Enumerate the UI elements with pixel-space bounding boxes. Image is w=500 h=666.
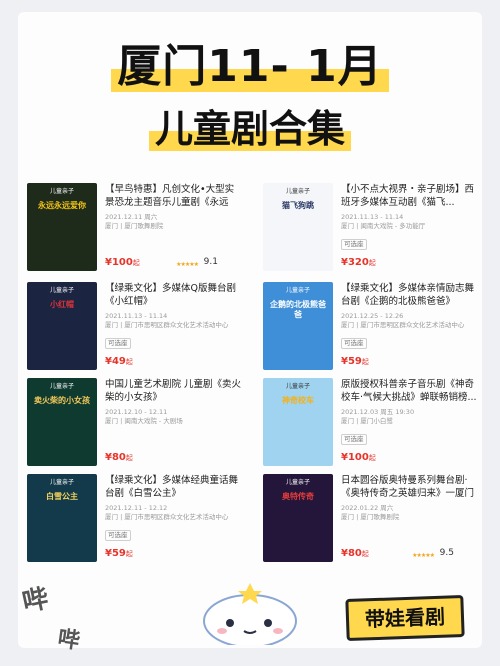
show-poster[interactable]: 儿童亲子 神奇校车	[263, 378, 333, 466]
show-poster[interactable]: 儿童亲子 猫飞狗跳	[263, 183, 333, 271]
poster-tag: 儿童亲子	[49, 287, 74, 294]
show-venue: 厦门 | 闽南大戏院 - 大剧场	[105, 417, 183, 425]
list-item[interactable]: 儿童亲子 永远永远爱你 【早鸟特惠】凡创文化•大型实景恐龙主题音乐儿童剧《永远永…	[27, 183, 242, 273]
show-date: 2021.11.13 - 11.14	[105, 312, 168, 320]
poster-tag: 儿童亲子	[285, 383, 310, 390]
poster-tag: 儿童亲子	[285, 479, 310, 486]
price-unit: 起	[368, 259, 376, 267]
show-venue: 厦门 | 厦门市思明区群众文化艺术活动中心	[105, 321, 229, 329]
show-poster[interactable]: 儿童亲子 小红帽	[27, 282, 97, 370]
price-value: ¥59	[105, 548, 126, 559]
list-item[interactable]: 儿童亲子 白雪公主 【绿乘文化】多媒体经典童话舞台剧《白雪公主》 2021.12…	[27, 474, 242, 564]
doodle-text-2: 哔	[56, 626, 82, 655]
show-title[interactable]: 中国儿童艺术剧院 儿童剧《卖火柴的小女孩》	[105, 378, 242, 404]
seat-select-badge: 可选座	[341, 434, 367, 445]
poster-title: 卖火柴的小女孩	[34, 396, 90, 405]
price: ¥320起	[341, 257, 376, 268]
show-date: 2022.01.22 周六	[341, 504, 394, 512]
poster-title: 小红帽	[50, 300, 74, 309]
poster-tag: 儿童亲子	[285, 188, 310, 195]
price-unit: 起	[361, 550, 369, 558]
price-unit: 起	[125, 454, 133, 462]
poster-title: 神奇校车	[282, 396, 314, 405]
cute-character-icon	[203, 583, 297, 645]
cta-button[interactable]: 带娃看剧	[345, 594, 465, 642]
show-venue: 厦门 | 厦门市思明区群众文化艺术活动中心	[341, 321, 465, 329]
show-venue: 厦门 | 厦门小白鹭	[341, 417, 393, 425]
rating-score: 9.5	[439, 548, 454, 558]
show-title[interactable]: 【早鸟特惠】凡创文化•大型实景恐龙主题音乐儿童剧《永远永...	[105, 183, 242, 209]
poster-title: 企鹅的北极熊爸爸	[270, 300, 326, 319]
rating-stars: ★★★★★	[176, 261, 199, 268]
show-poster[interactable]: 儿童亲子 白雪公主	[27, 474, 97, 562]
price-value: ¥80	[341, 548, 362, 559]
poster-tag: 儿童亲子	[285, 287, 310, 294]
price-value: ¥100	[105, 257, 133, 268]
poster-tag: 儿童亲子	[49, 188, 74, 195]
price-value: ¥59	[341, 356, 362, 367]
seat-select-badge: 可选座	[105, 338, 131, 349]
show-title[interactable]: 原版授权科普亲子音乐剧《神奇校车·气候大挑战》蝉联畅销榜...	[341, 378, 478, 404]
show-poster[interactable]: 儿童亲子 奥特传奇	[263, 474, 333, 562]
price: ¥49起	[105, 356, 133, 367]
show-title[interactable]: 【绿乘文化】多媒体经典童话舞台剧《白雪公主》	[105, 474, 242, 500]
poster-title: 永远永远爱你	[38, 201, 86, 210]
seat-select-badge: 可选座	[105, 530, 131, 541]
show-title[interactable]: 【绿乘文化】多媒体亲情励志舞台剧《企鹅的北极熊爸爸》	[341, 282, 478, 308]
price-value: ¥100	[341, 452, 369, 463]
price: ¥80起	[105, 452, 133, 463]
price-unit: 起	[361, 358, 369, 366]
show-poster[interactable]: 儿童亲子 卖火柴的小女孩	[27, 378, 97, 466]
poster-title: 奥特传奇	[282, 492, 314, 501]
price: ¥59起	[105, 548, 133, 559]
seat-select-badge: 可选座	[341, 239, 367, 250]
list-item[interactable]: 儿童亲子 卖火柴的小女孩 中国儿童艺术剧院 儿童剧《卖火柴的小女孩》 2021.…	[27, 378, 242, 468]
list-item[interactable]: 儿童亲子 奥特传奇 日本圆谷版奥特曼系列舞台剧·《奥特传奇之英雄归来》一厦门 2…	[263, 474, 478, 564]
show-title[interactable]: 【小不点大视界・亲子剧场】西班牙多媒体互动剧《猫飞...	[341, 183, 478, 209]
price: ¥100起	[105, 257, 140, 268]
list-item[interactable]: 儿童亲子 企鹅的北极熊爸爸 【绿乘文化】多媒体亲情励志舞台剧《企鹅的北极熊爸爸》…	[263, 282, 478, 372]
show-poster[interactable]: 儿童亲子 企鹅的北极熊爸爸	[263, 282, 333, 370]
show-venue: 厦门 | 厦门歌舞剧院	[105, 222, 164, 230]
show-venue: 厦门 | 厦门歌舞剧院	[341, 513, 400, 521]
rating-score: 9.1	[203, 257, 218, 267]
show-date: 2021.12.10 - 12.11	[105, 408, 168, 416]
price-value: ¥49	[105, 356, 126, 367]
list-item[interactable]: 儿童亲子 小红帽 【绿乘文化】多媒体Q版舞台剧《小红帽》 2021.11.13 …	[27, 282, 242, 372]
show-venue: 厦门 | 厦门市思明区群众文化艺术活动中心	[105, 513, 229, 521]
show-date: 2021.12.03 周五 19:30	[341, 408, 415, 416]
poster-title: 白雪公主	[46, 492, 78, 501]
price-unit: 起	[368, 454, 376, 462]
list-item[interactable]: 儿童亲子 猫飞狗跳 【小不点大视界・亲子剧场】西班牙多媒体互动剧《猫飞... 2…	[263, 183, 478, 273]
rating-stars: ★★★★★	[412, 552, 435, 559]
price-value: ¥80	[105, 452, 126, 463]
poster-tag: 儿童亲子	[49, 479, 74, 486]
show-poster[interactable]: 儿童亲子 永远永远爱你	[27, 183, 97, 271]
page-title: 厦门11- 1月	[0, 30, 500, 94]
show-date: 2021.12.11 - 12.12	[105, 504, 168, 512]
show-title[interactable]: 日本圆谷版奥特曼系列舞台剧·《奥特传奇之英雄归来》一厦门	[341, 474, 478, 500]
price-value: ¥320	[341, 257, 369, 268]
price: ¥100起	[341, 452, 376, 463]
poster-title: 猫飞狗跳	[282, 201, 314, 210]
price-unit: 起	[125, 358, 133, 366]
seat-select-badge: 可选座	[341, 338, 367, 349]
price-unit: 起	[132, 259, 140, 267]
poster-tag: 儿童亲子	[49, 383, 74, 390]
show-date: 2021.12.11 周六	[105, 213, 158, 221]
price-unit: 起	[125, 550, 133, 558]
show-date: 2021.12.25 - 12.26	[341, 312, 404, 320]
show-venue: 厦门 | 闽南大戏院 - 多功能厅	[341, 222, 426, 230]
price: ¥80起	[341, 548, 369, 559]
list-item[interactable]: 儿童亲子 神奇校车 原版授权科普亲子音乐剧《神奇校车·气候大挑战》蝉联畅销榜..…	[263, 378, 478, 468]
title-line-2: 儿童剧合集	[148, 107, 351, 151]
show-date: 2021.11.13 - 11.14	[341, 213, 404, 221]
title-line-1: 厦门11- 1月	[111, 41, 389, 92]
price: ¥59起	[341, 356, 369, 367]
show-title[interactable]: 【绿乘文化】多媒体Q版舞台剧《小红帽》	[105, 282, 242, 308]
page-subtitle: 儿童剧合集	[0, 98, 500, 153]
